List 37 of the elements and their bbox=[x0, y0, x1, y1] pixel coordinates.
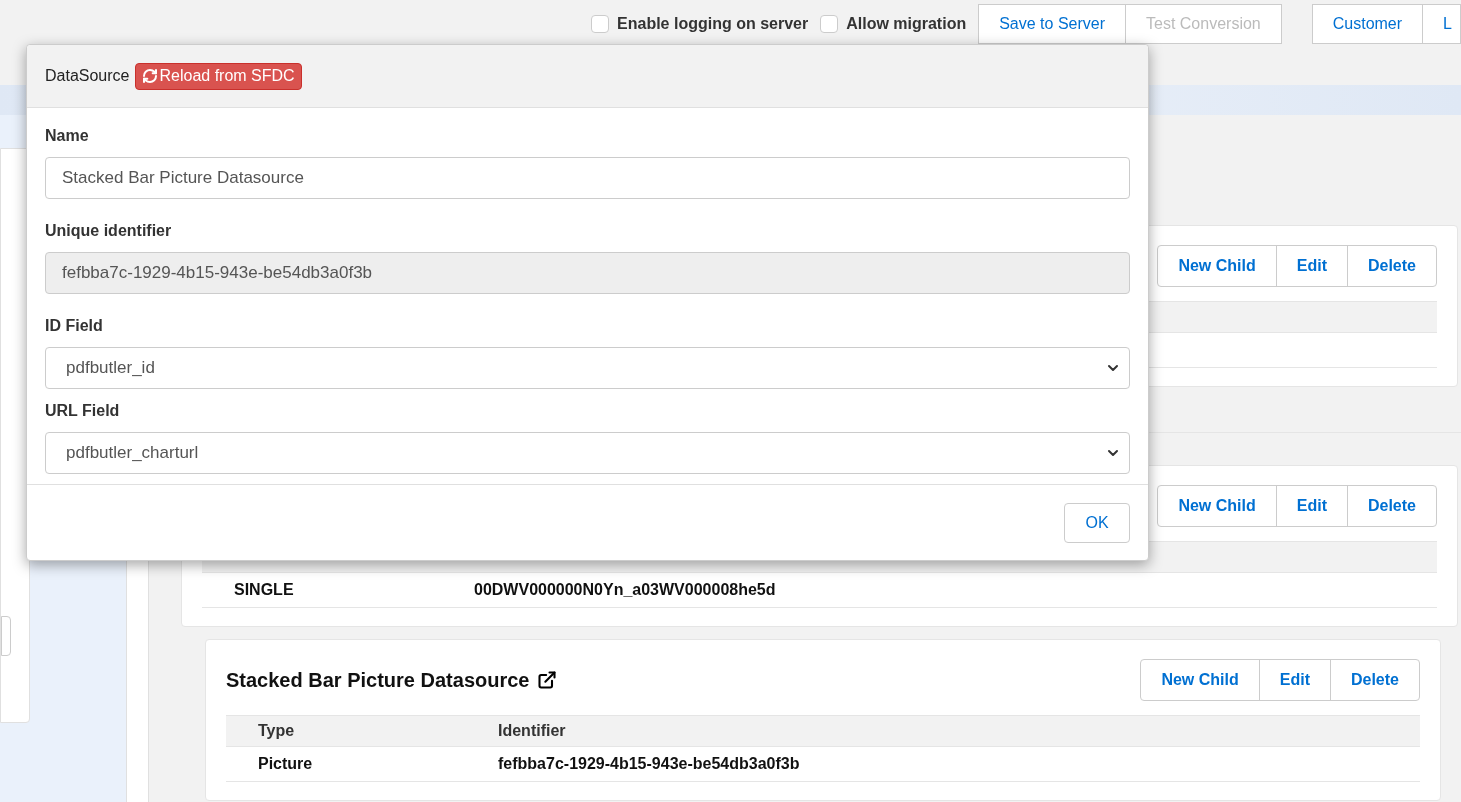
action-button[interactable]: Edit bbox=[1275, 486, 1347, 526]
nav-tab[interactable]: Customer bbox=[1311, 4, 1424, 44]
table-cell-text: SINGLE bbox=[233, 580, 295, 600]
nav-tab[interactable]: L bbox=[1423, 4, 1461, 44]
action-button[interactable]: Edit bbox=[1275, 246, 1347, 286]
column-header: Identifier bbox=[498, 721, 566, 741]
select-field[interactable]: pdfbutler_charturl bbox=[45, 432, 1130, 475]
action-button[interactable]: New Child bbox=[1158, 246, 1276, 286]
checkbox[interactable] bbox=[591, 15, 610, 33]
field-label: Name bbox=[45, 126, 90, 147]
ok-button[interactable]: OK bbox=[1064, 502, 1130, 543]
field-label: URL Field bbox=[45, 401, 121, 422]
toolbar-button[interactable]: Save to Server bbox=[978, 4, 1126, 44]
action-button[interactable]: Delete bbox=[1346, 486, 1436, 526]
action-button[interactable]: Edit bbox=[1258, 660, 1330, 700]
checkbox[interactable] bbox=[820, 15, 839, 33]
input-field[interactable] bbox=[1, 615, 11, 656]
checkbox-label: Enable logging on server bbox=[617, 14, 809, 34]
field-label: Unique identifier bbox=[45, 221, 173, 242]
refresh-icon bbox=[141, 68, 158, 85]
external-link-icon[interactable] bbox=[537, 670, 558, 690]
input-field[interactable]: Stacked Bar Picture Datasource bbox=[45, 157, 1130, 200]
field-label: ID Field bbox=[45, 316, 104, 337]
action-button[interactable]: New Child bbox=[1141, 660, 1259, 700]
input-field[interactable]: fefbba7c-1929-4b15-943e-be54db3a0f3b bbox=[45, 252, 1130, 295]
table-cell-text: Picture bbox=[257, 754, 314, 774]
action-button[interactable]: New Child bbox=[1158, 486, 1276, 526]
column-header: Type bbox=[257, 721, 296, 741]
select-field[interactable]: pdfbutler_id bbox=[45, 347, 1130, 390]
action-button[interactable]: Delete bbox=[1346, 246, 1436, 286]
card-title: Stacked Bar Picture Datasource bbox=[226, 668, 530, 693]
reload-button[interactable]: Reload from SFDC bbox=[134, 62, 302, 90]
action-button[interactable]: Delete bbox=[1329, 660, 1419, 700]
dialog-title: DataSource bbox=[45, 66, 130, 87]
checkbox-label: Allow migration bbox=[846, 14, 967, 34]
table-cell-text: 00DWV000000N0Yn_a03WV000008he5d bbox=[474, 580, 776, 600]
table-cell-text: fefbba7c-1929-4b15-943e-be54db3a0f3b bbox=[498, 754, 800, 774]
